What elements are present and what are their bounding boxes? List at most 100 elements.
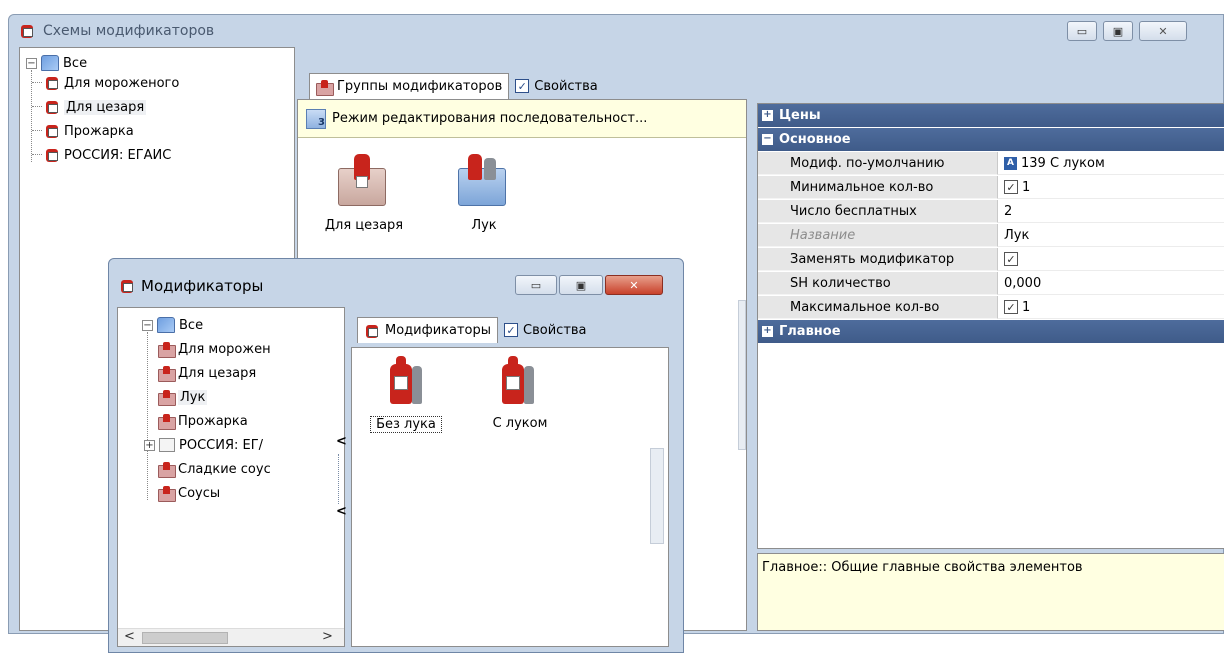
tree-item-selected[interactable]: Лук xyxy=(158,388,208,406)
collapse-left-icon[interactable]: < xyxy=(336,434,347,449)
tree-root-all[interactable]: − Все xyxy=(142,316,203,334)
tree-item[interactable]: Для мороженого xyxy=(44,74,179,92)
folder-icon xyxy=(316,79,334,96)
tree-connector-h xyxy=(32,106,42,107)
mod-tab-strip: Модификаторы ✓ Свойства xyxy=(357,317,677,343)
tree-connector-h xyxy=(32,130,42,131)
modifiers-window: Модификаторы ▭ ▣ ✕ − Все Для морожен Для… xyxy=(108,258,684,653)
tab-modifier-groups[interactable]: Группы модификаторов xyxy=(309,73,510,99)
prop-value[interactable]: A 139 С луком xyxy=(998,152,1224,175)
collapse-icon[interactable]: − xyxy=(762,134,773,145)
app-icon xyxy=(19,23,35,39)
resize-grip[interactable] xyxy=(338,454,342,504)
mod-tree-panel[interactable]: − Все Для морожен Для цезаря Лук Прожарк… xyxy=(117,307,347,647)
scroll-left-icon[interactable]: < xyxy=(124,629,135,644)
collapse-icon[interactable]: − xyxy=(26,57,37,69)
modifier-folder-icon xyxy=(158,390,176,406)
prop-value[interactable]: 0,000 xyxy=(998,272,1224,295)
sauce-bottle-icon xyxy=(390,356,422,408)
sequence-edit-icon: 3 xyxy=(306,108,326,129)
scrollbar-thumb[interactable] xyxy=(142,632,228,644)
splitter-handle[interactable] xyxy=(738,300,746,450)
modifier-item-label: С луком xyxy=(492,416,548,431)
group-item-label: Для цезаря xyxy=(324,218,404,233)
tree-item-selected[interactable]: Для цезаря xyxy=(44,98,147,116)
tree-item[interactable]: Прожарка xyxy=(44,122,134,140)
main-title-bar[interactable]: Схемы модификаторов xyxy=(19,15,1219,47)
prop-value[interactable]: ✓ 1 xyxy=(998,176,1224,199)
mod-close-button[interactable]: ✕ xyxy=(605,275,663,295)
horizontal-scrollbar[interactable]: < > xyxy=(118,628,344,646)
prop-row-free-count[interactable]: Число бесплатных 2 xyxy=(758,200,1224,223)
prop-row-min-count[interactable]: Минимальное кол-во ✓ 1 xyxy=(758,176,1224,199)
section-basic[interactable]: − Основное xyxy=(758,128,1224,151)
tree-item[interactable]: + РОССИЯ: ЕГ/ xyxy=(144,436,263,454)
prop-value[interactable]: ✓ xyxy=(998,248,1224,271)
group-item[interactable]: Лук xyxy=(454,154,514,234)
tree-item[interactable]: Прожарка xyxy=(158,412,248,430)
checkbox-checked-icon[interactable]: ✓ xyxy=(1004,180,1018,194)
prop-row-replace-modifier[interactable]: Заменять модификатор ✓ xyxy=(758,248,1224,271)
edit-mode-bar[interactable]: 3 Режим редактирования последовательност… xyxy=(298,100,746,138)
modifier-folder-icon xyxy=(158,414,176,430)
modifier-scheme-icon xyxy=(44,123,60,139)
tree-item[interactable]: РОССИЯ: ЕГАИС xyxy=(44,146,171,164)
prop-row-default-modifier[interactable]: Модиф. по-умолчанию A 139 С луком xyxy=(758,152,1224,175)
group-item-label: Лук xyxy=(471,218,497,233)
prop-row-name[interactable]: Название Лук xyxy=(758,224,1224,247)
description-box: Главное:: Общие главные свойства элемент… xyxy=(757,553,1224,631)
modifier-folder-icon xyxy=(158,486,176,502)
modifier-item[interactable]: С луком xyxy=(480,356,560,436)
modifier-icon xyxy=(364,323,380,339)
tab-properties[interactable]: ✓ Свойства xyxy=(498,317,593,343)
scroll-right-icon[interactable]: > xyxy=(322,629,333,644)
section-main[interactable]: + Главное xyxy=(758,320,1224,343)
modifier-folder-icon xyxy=(158,462,176,478)
modifier-folder-icon xyxy=(458,154,510,212)
collapse-left-icon[interactable]: < xyxy=(336,504,347,519)
sauce-bottle-icon xyxy=(502,356,534,408)
checkbox-checked-icon[interactable]: ✓ xyxy=(1004,252,1018,266)
mod-maximize-button[interactable]: ▣ xyxy=(559,275,603,295)
mod-content-panel[interactable]: Без лука С луком xyxy=(351,347,669,647)
tree-item[interactable]: Соусы xyxy=(158,484,220,502)
mod-minimize-button[interactable]: ▭ xyxy=(515,275,557,295)
main-maximize-button[interactable]: ▣ xyxy=(1103,21,1133,41)
prop-value[interactable]: Лук xyxy=(998,224,1224,247)
modifier-item-label: Без лука xyxy=(370,416,442,433)
modifier-scheme-icon xyxy=(44,75,60,91)
tree-connector xyxy=(147,332,148,500)
expand-icon[interactable]: + xyxy=(762,326,773,337)
main-close-button[interactable]: ✕ xyxy=(1139,21,1187,41)
tree-item[interactable]: Для морожен xyxy=(158,340,271,358)
modifier-folder-icon xyxy=(338,154,390,212)
tree-item[interactable]: Для цезаря xyxy=(158,364,256,382)
mod-window-title: Модификаторы xyxy=(141,277,264,295)
reference-icon: A xyxy=(1004,156,1017,170)
main-tab-strip: Группы модификаторов ✓ Свойства xyxy=(309,73,749,99)
prop-row-max-count[interactable]: Максимальное кол-во ✓ 1 xyxy=(758,296,1224,319)
app-icon xyxy=(119,278,135,294)
tree-connector xyxy=(31,70,32,162)
tab-modifiers[interactable]: Модификаторы xyxy=(357,317,499,343)
home-icon xyxy=(157,317,175,333)
modifier-item[interactable]: Без лука xyxy=(368,356,444,436)
main-window-title: Схемы модификаторов xyxy=(43,23,215,39)
group-item[interactable]: Для цезаря xyxy=(324,154,404,234)
section-prices[interactable]: + Цены xyxy=(758,104,1224,127)
checkbox-checked-icon[interactable]: ✓ xyxy=(1004,300,1018,314)
tree-root-all[interactable]: − Все xyxy=(26,54,87,72)
prop-row-sh-count[interactable]: SH количество 0,000 xyxy=(758,272,1224,295)
properties-panel[interactable]: + Цены − Основное Модиф. по-умолчанию A … xyxy=(757,103,1224,549)
mod-title-bar[interactable]: Модификаторы xyxy=(119,277,263,295)
tab-properties[interactable]: ✓ Свойства xyxy=(509,73,604,99)
vertical-scrollbar[interactable] xyxy=(650,448,664,544)
tree-connector-h xyxy=(32,154,42,155)
collapse-icon[interactable]: − xyxy=(142,319,153,331)
prop-value[interactable]: ✓ 1 xyxy=(998,296,1224,319)
prop-value[interactable]: 2 xyxy=(998,200,1224,223)
expand-icon[interactable]: + xyxy=(762,110,773,121)
expand-icon[interactable]: + xyxy=(144,439,155,451)
main-minimize-button[interactable]: ▭ xyxy=(1067,21,1097,41)
tree-item[interactable]: Сладкие соус xyxy=(158,460,271,478)
